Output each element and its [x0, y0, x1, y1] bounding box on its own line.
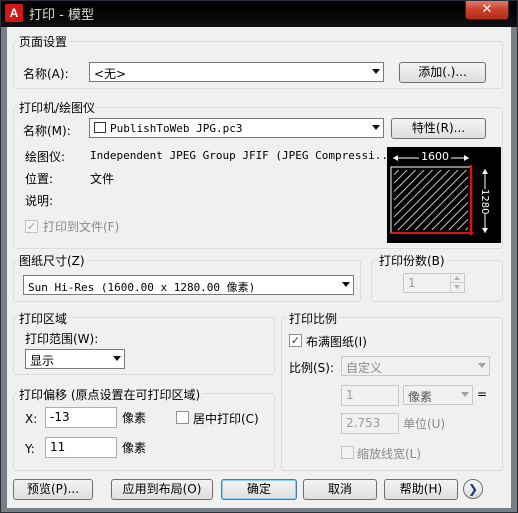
printer-label: 打印机/绘图仪: [17, 99, 98, 116]
printer-name-value: PublishToWeb JPG.pc3: [110, 122, 243, 135]
plotter-value: Independent JPEG Group JFIF (JPEG Compre…: [90, 149, 395, 162]
location-value: 文件: [90, 172, 115, 186]
chevron-down-icon: [342, 282, 350, 287]
plot-area-label: 打印区域: [17, 310, 70, 327]
printer-name-label: 名称(M):: [23, 124, 71, 138]
center-plot-checkbox[interactable]: [176, 411, 189, 424]
close-button[interactable]: ✕: [465, 1, 509, 20]
spin-up-icon[interactable]: [450, 274, 464, 283]
scale-unit2-label: 单位(U): [403, 417, 446, 431]
printer-properties-button[interactable]: 特性(R)...: [391, 118, 486, 139]
chevron-down-icon: [461, 392, 469, 397]
apply-to-layout-button[interactable]: 应用到布局(O): [111, 479, 213, 500]
center-plot-label: 居中打印(C): [193, 412, 259, 426]
scale-unit-value: 像素: [408, 390, 433, 404]
preview-height-label: 1280: [479, 189, 490, 215]
chevron-down-icon: [478, 363, 486, 368]
offset-y-input[interactable]: 11: [45, 437, 117, 458]
paper-size-dropdown[interactable]: Sun Hi-Res (1600.00 x 1280.00 像素): [23, 275, 354, 295]
chevron-down-icon: [372, 69, 380, 74]
plot-offset-group: [13, 393, 275, 471]
scale-value: 自定义: [346, 361, 383, 375]
copies-spinner[interactable]: 1: [403, 273, 465, 293]
preview-button[interactable]: 预览(P)...: [13, 479, 93, 500]
dialog-body: 页面设置 名称(A): <无> 添加(.)... 打印机/绘图仪 名称(M): …: [7, 27, 511, 508]
plotter-label: 绘图仪:: [25, 150, 66, 164]
print-to-file-label: 打印到文件(F): [43, 220, 120, 234]
preview-width-label: 1600: [419, 150, 451, 163]
plotter-icon: [94, 122, 106, 133]
fit-to-paper-checkbox[interactable]: [289, 334, 302, 347]
location-label: 位置:: [25, 172, 54, 186]
plot-range-value: 显示: [30, 354, 55, 368]
offset-x-value: -13: [50, 410, 70, 424]
offset-y-unit: 像素: [122, 441, 147, 455]
chevron-down-icon: [113, 356, 121, 361]
print-dialog: A 打印 - 模型 ✕ 页面设置 名称(A): <无> 添加(.)... 打印机…: [0, 0, 518, 513]
print-to-file-checkbox[interactable]: [25, 220, 38, 233]
plot-scale-label: 打印比例: [287, 310, 340, 327]
paper-preview: 1600 1280: [387, 147, 501, 243]
offset-x-label: X:: [25, 412, 38, 426]
add-page-setup-button[interactable]: 添加(.)...: [399, 62, 486, 83]
spin-down-icon[interactable]: [450, 283, 464, 292]
scale-value2-input[interactable]: 2.753: [341, 413, 399, 434]
page-setup-label: 页面设置: [17, 33, 70, 50]
autocad-logo-icon: A: [5, 4, 23, 22]
ok-button[interactable]: 确定: [221, 479, 297, 500]
offset-x-input[interactable]: -13: [45, 407, 117, 428]
fit-to-paper-label: 布满图纸(I): [306, 335, 367, 349]
offset-y-value: 11: [50, 440, 66, 454]
scale-lineweights-label: 缩放线宽(L): [357, 447, 422, 461]
copies-label: 打印份数(B): [377, 252, 447, 269]
scale-dropdown[interactable]: 自定义: [341, 356, 490, 376]
offset-x-unit: 像素: [122, 411, 147, 425]
expand-more-options-icon[interactable]: ❯: [463, 479, 483, 499]
page-setup-name-value: <无>: [94, 67, 127, 81]
scale-label: 比例(S):: [289, 361, 335, 375]
help-button[interactable]: 帮助(H): [384, 479, 458, 500]
cancel-button[interactable]: 取消: [303, 479, 377, 500]
scale-value2: 2.753: [346, 416, 381, 430]
scale-value1: 1: [346, 388, 354, 402]
scale-unit-dropdown[interactable]: 像素: [403, 385, 473, 405]
plot-range-dropdown[interactable]: 显示: [25, 349, 125, 369]
equals-sign: =: [477, 387, 488, 401]
plot-offset-label: 打印偏移 (原点设置在可打印区域): [17, 386, 203, 403]
printer-name-dropdown[interactable]: PublishToWeb JPG.pc3: [89, 118, 384, 138]
copies-value: 1: [408, 276, 416, 290]
window-title: 打印 - 模型: [29, 8, 94, 23]
page-setup-name-label: 名称(A):: [23, 67, 69, 81]
scale-lineweights-checkbox[interactable]: [341, 446, 354, 459]
title-bar: A 打印 - 模型 ✕: [1, 1, 517, 27]
chevron-down-icon: [372, 125, 380, 130]
paper-size-value: Sun Hi-Res (1600.00 x 1280.00 像素): [28, 281, 256, 294]
page-setup-name-dropdown[interactable]: <无>: [89, 62, 384, 82]
paper-size-label: 图纸尺寸(Z): [17, 252, 87, 269]
offset-y-label: Y:: [25, 442, 35, 456]
scale-value1-input[interactable]: 1: [341, 385, 399, 406]
description-label: 说明:: [25, 194, 54, 208]
plot-range-label: 打印范围(W):: [25, 332, 99, 346]
